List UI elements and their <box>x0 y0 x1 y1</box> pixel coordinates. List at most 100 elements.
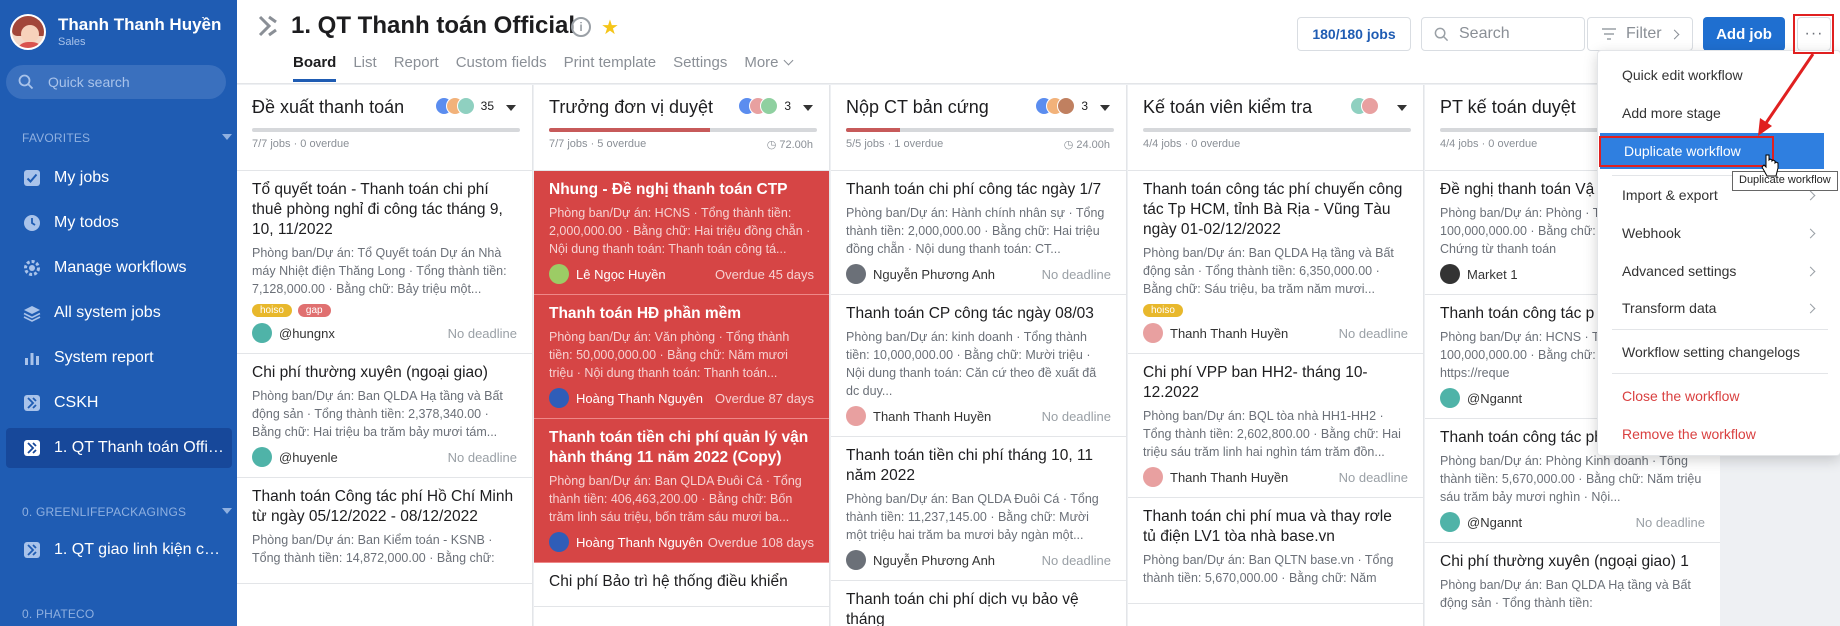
collapse-caret-icon[interactable] <box>222 134 232 140</box>
assignee[interactable]: Hoàng Thanh Nguyên <box>549 388 703 408</box>
collapse-caret-icon[interactable] <box>222 508 232 514</box>
board-column: Kế toán viên kiểm tra 4/4 jobs · 0 overdu… <box>1128 85 1424 626</box>
tag-badge[interactable]: gap <box>297 304 331 317</box>
menu-item-quick-edit[interactable]: Quick edit workflow <box>1598 57 1840 93</box>
assignee[interactable]: @huyenle <box>252 447 338 467</box>
greenlife-section[interactable]: 0. GREENLIFEPACKAGINGS <box>22 505 232 519</box>
menu-item-label: Transform data <box>1622 300 1717 316</box>
menu-item-transform-data[interactable]: Transform data <box>1598 290 1840 326</box>
menu-item-advanced-settings[interactable]: Advanced settings <box>1598 253 1840 289</box>
menu-item-label: Workflow setting changelogs <box>1622 344 1800 360</box>
assignee[interactable]: @Ngannt <box>1440 512 1522 532</box>
chevron-right-icon <box>1805 190 1816 201</box>
jobs-count-button[interactable]: 180/180 jobs <box>1297 17 1411 51</box>
job-description: Phòng ban/Dự án: BQL tòa nhà HH1-HH2 · T… <box>1143 409 1401 459</box>
assignee[interactable]: Nguyễn Phương Anh <box>846 550 995 570</box>
job-card[interactable]: Nhung - Đề nghị thanh toán CTP Phòng ban/… <box>534 171 829 295</box>
job-card[interactable]: Chi phí VPP ban HH2- tháng 10-12.2022 Phò… <box>1128 354 1423 498</box>
tab-list[interactable]: List <box>353 54 376 82</box>
tab-report[interactable]: Report <box>394 54 439 82</box>
job-title: Thanh toán công tác phí chuyến công tác … <box>1143 181 1403 238</box>
column-members[interactable]: 3 <box>738 97 791 115</box>
column-header[interactable]: Kế toán viên kiểm tra 4/4 jobs · 0 overdu… <box>1128 85 1423 171</box>
star-icon[interactable]: ★ <box>601 15 619 40</box>
column-members[interactable] <box>1350 97 1385 115</box>
assignee[interactable]: @hungnx <box>252 323 335 343</box>
assignee[interactable]: Nguyễn Phương Anh <box>846 264 995 284</box>
assignee[interactable]: Market 1 <box>1440 264 1518 284</box>
add-job-button[interactable]: Add job <box>1703 17 1785 51</box>
user-profile[interactable]: Thanh Thanh Huyền Sales <box>10 14 221 50</box>
sidebar-item-cskh[interactable]: CSKH <box>6 383 232 423</box>
sidebar-item-my-jobs[interactable]: My jobs <box>6 158 232 198</box>
quick-search-input[interactable]: Quick search <box>6 65 226 99</box>
assignee-name: Nguyễn Phương Anh <box>873 266 996 282</box>
job-card[interactable]: Thanh toán chi phí công tác ngày 1/7 Phòn… <box>831 171 1126 295</box>
sidebar-item-manage-workflows[interactable]: Manage workflows <box>6 248 232 288</box>
phateco-section[interactable]: 0. PHATECO <box>22 607 232 621</box>
column-menu-caret-icon[interactable] <box>1397 105 1407 111</box>
column-title: Nộp CT bản cứng <box>846 97 989 117</box>
column-header[interactable]: Đề xuất thanh toán 35 7/7 jobs · 0 overdue <box>237 85 532 171</box>
job-card[interactable]: Thanh toán chi phí dịch vụ bảo vệ tháng <box>831 581 1126 626</box>
menu-item-webhook[interactable]: Webhook <box>1598 215 1840 251</box>
job-card[interactable]: Chi phí Bảo trì hệ thống điều khiển <box>534 563 829 607</box>
assignee[interactable]: Thanh Thanh Huyền <box>846 406 991 426</box>
assignee[interactable]: Hoàng Thanh Nguyên <box>549 532 703 552</box>
assignee[interactable]: Thanh Thanh Huyền <box>1143 323 1288 343</box>
sidebar-item-label: All system jobs <box>54 304 161 321</box>
sidebar-item-all-system-jobs[interactable]: All system jobs <box>6 293 232 333</box>
job-description: Phòng ban/Dự án: Ban QLDA Đuôi Cá · Tổng… <box>549 474 802 524</box>
column-menu-caret-icon[interactable] <box>803 105 813 111</box>
column-members[interactable]: 35 <box>434 97 494 115</box>
tab-custom-fields[interactable]: Custom fields <box>456 54 547 82</box>
deadline-status: No deadline <box>447 449 517 465</box>
job-card[interactable]: Thanh toán chi phí mua và thay rơle tủ đ… <box>1128 498 1423 604</box>
tab-settings[interactable]: Settings <box>673 54 727 82</box>
menu-item-duplicate-workflow[interactable]: Duplicate workflow <box>1600 133 1824 169</box>
chevron-down-icon <box>783 55 793 66</box>
job-title: Thanh toán tiền chi phí quản lý vận hành… <box>549 429 809 466</box>
avatar <box>10 14 46 50</box>
tag-badge[interactable]: hoiso <box>1143 304 1183 317</box>
job-card[interactable]: Thanh toán tiền chi phí quản lý vận hành… <box>534 419 829 563</box>
menu-item-close-workflow[interactable]: Close the workflow <box>1598 378 1840 414</box>
tab-board[interactable]: Board <box>293 54 337 82</box>
menu-item-remove-workflow[interactable]: Remove the workflow <box>1598 416 1840 452</box>
job-card[interactable]: Thanh toán HĐ phần mềm Phòng ban/Dự án: V… <box>534 295 829 419</box>
sidebar-item-system-report[interactable]: System report <box>6 338 232 378</box>
job-card[interactable]: Chi phí thường xuyên (ngoại giao) Phòng b… <box>237 354 532 478</box>
layers-icon <box>22 303 42 323</box>
job-card[interactable]: Chi phí thường xuyên (ngoại giao) 1 Phòng… <box>1425 543 1720 626</box>
column-header[interactable]: Nộp CT bản cứng 3 5/5 jobs · 1 overdue ◷ 24… <box>831 85 1126 171</box>
menu-item-add-stage[interactable]: Add more stage <box>1598 95 1840 131</box>
more-options-button[interactable]: ··· <box>1797 17 1831 51</box>
job-title: Thanh toán chi phí dịch vụ bảo vệ tháng <box>846 591 1079 626</box>
search-input[interactable]: Search <box>1421 17 1585 51</box>
job-card[interactable]: Thanh toán CP công tác ngày 08/03 Phòng b… <box>831 295 1126 437</box>
column-members[interactable]: 3 <box>1035 97 1088 115</box>
job-card[interactable]: Thanh toán công tác phí chuyến công tác … <box>1128 171 1423 354</box>
tag-badge[interactable]: hoiso <box>252 304 292 317</box>
favorites-section[interactable]: FAVORITES <box>22 131 232 145</box>
assignee[interactable]: @Ngannt <box>1440 388 1522 408</box>
tab-print-template[interactable]: Print template <box>564 54 657 82</box>
assignee[interactable]: Lê Ngọc Huyền <box>549 264 666 284</box>
job-card[interactable]: Tổ quyết toán - Thanh toán chi phí thuê … <box>237 171 532 354</box>
workflow-icon <box>22 393 42 413</box>
filter-button[interactable]: Filter <box>1587 17 1693 51</box>
sidebar-item-qt-giao-linh-kien[interactable]: 1. QT giao linh kiện cho khách <box>6 530 232 570</box>
sidebar-item-qt-thanh-toan[interactable]: 1. QT Thanh toán Official <box>6 428 232 468</box>
job-card[interactable]: Thanh toán tiền chi phí tháng 10, 11 năm… <box>831 437 1126 581</box>
column-header[interactable]: Trưởng đơn vị duyệt 3 7/7 jobs · 5 overdue… <box>534 85 829 171</box>
assignee[interactable]: Thanh Thanh Huyền <box>1143 467 1288 487</box>
column-time-limit: ◷ 72.00h <box>767 138 813 151</box>
sidebar-item-label: CSKH <box>54 394 99 411</box>
menu-item-changelogs[interactable]: Workflow setting changelogs <box>1598 334 1840 370</box>
info-icon[interactable]: i <box>571 17 591 37</box>
job-card[interactable]: Thanh toán Công tác phí Hồ Chí Minh từ n… <box>237 478 532 584</box>
tab-more[interactable]: More <box>744 54 793 82</box>
column-menu-caret-icon[interactable] <box>1100 105 1110 111</box>
sidebar-item-my-todos[interactable]: My todos <box>6 203 232 243</box>
column-menu-caret-icon[interactable] <box>506 105 516 111</box>
